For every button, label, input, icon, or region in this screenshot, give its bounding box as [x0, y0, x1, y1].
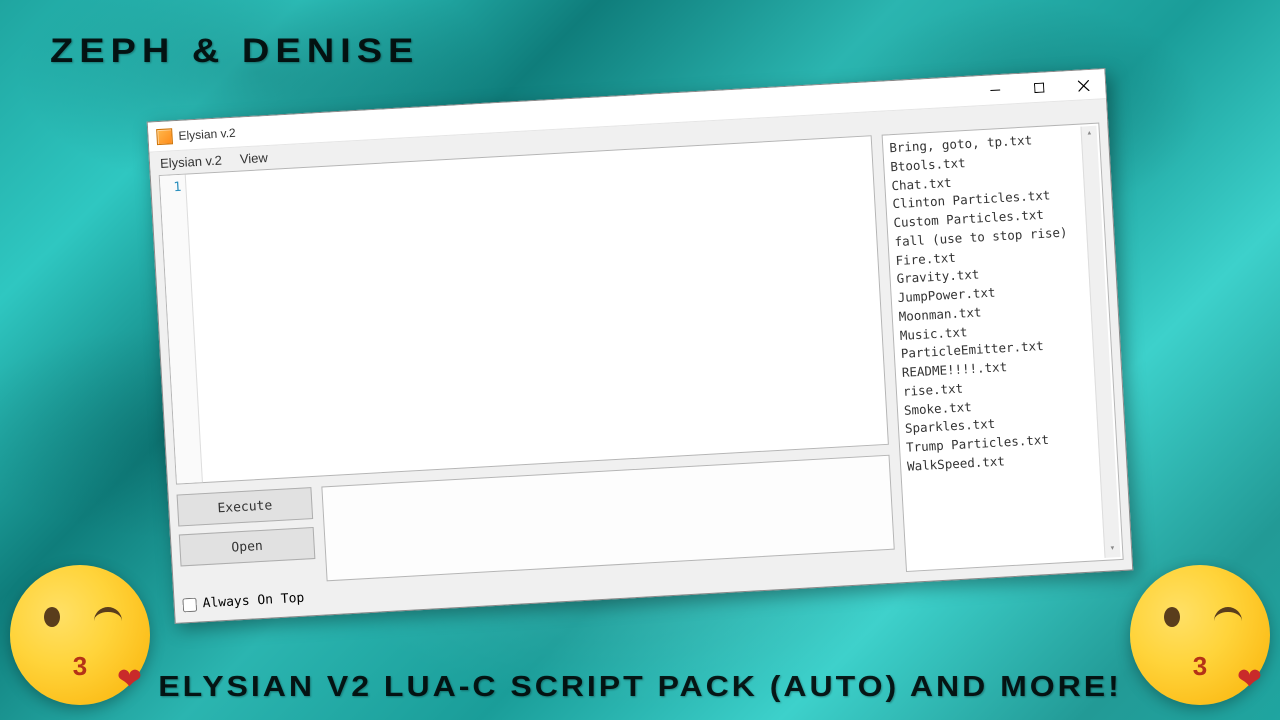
scroll-down-icon[interactable]: ▾ [1105, 541, 1121, 558]
scroll-up-icon[interactable]: ▴ [1081, 125, 1097, 142]
execute-button[interactable]: Execute [177, 487, 314, 526]
script-editor[interactable]: 1 [159, 135, 889, 484]
minimize-icon [990, 85, 1001, 96]
maximize-icon [1034, 82, 1045, 93]
overlay-top-title: ZEPH & DENISE [50, 32, 419, 71]
maximize-button[interactable] [1016, 71, 1062, 103]
file-list[interactable]: Bring, goto, tp.txtBtools.txtChat.txtCli… [882, 122, 1124, 571]
line-number: 1 [164, 179, 182, 195]
app-icon [156, 127, 173, 144]
app-window: Elysian v.2 Elysian v.2 View [147, 68, 1134, 624]
overlay-bottom-title: ELYSIAN V2 LUA-C SCRIPT PACK (AUTO) AND … [0, 670, 1280, 703]
always-on-top-label: Always On Top [202, 590, 304, 611]
menu-elysian[interactable]: Elysian v.2 [160, 152, 223, 170]
window-title: Elysian v.2 [178, 125, 236, 142]
editor-body[interactable] [186, 136, 888, 482]
close-button[interactable] [1060, 69, 1106, 101]
menu-view[interactable]: View [239, 150, 268, 167]
minimize-button[interactable] [972, 74, 1018, 106]
close-icon [1077, 79, 1089, 91]
open-button[interactable]: Open [179, 527, 316, 566]
always-on-top-checkbox[interactable] [182, 597, 197, 612]
